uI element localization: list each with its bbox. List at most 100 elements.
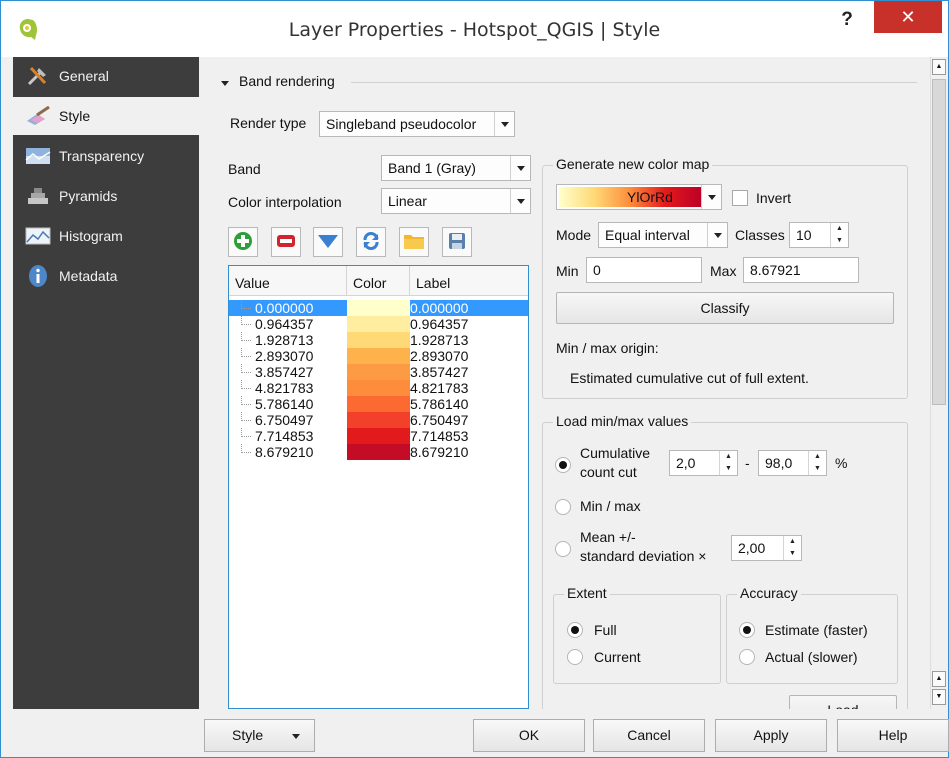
- color-swatch[interactable]: [347, 412, 410, 428]
- cumulative-cut-radio[interactable]: [555, 457, 571, 473]
- load-button[interactable]: Load: [789, 695, 897, 709]
- row-value: 5.786140: [255, 396, 314, 412]
- sidebar-item-pyramids[interactable]: Pyramids: [13, 177, 199, 215]
- table-row[interactable]: 3.857427 3.857427: [229, 364, 528, 380]
- min-max-label: Min / max: [580, 498, 641, 514]
- band-rendering-collapse-icon[interactable]: [221, 74, 229, 90]
- column-header-label[interactable]: Label: [410, 266, 528, 296]
- help-button[interactable]: ?: [827, 5, 867, 35]
- color-swatch[interactable]: [347, 380, 410, 396]
- color-map-table[interactable]: Value Color Label 0.000000 0.000000 0.9643…: [228, 265, 529, 709]
- color-interpolation-select[interactable]: Linear: [381, 188, 531, 214]
- render-type-select[interactable]: Singleband pseudocolor: [319, 111, 515, 137]
- scroll-thumb[interactable]: [932, 79, 946, 405]
- accuracy-actual-radio[interactable]: [739, 649, 755, 665]
- apply-button[interactable]: Apply: [715, 719, 827, 752]
- table-row[interactable]: 4.821783 4.821783: [229, 380, 528, 396]
- table-row[interactable]: 7.714853 7.714853: [229, 428, 528, 444]
- scroll-down-icon[interactable]: ▼: [932, 689, 946, 705]
- chevron-down-icon: [701, 185, 721, 209]
- tree-branch-line: [241, 380, 251, 389]
- tree-branch-line: [241, 396, 251, 405]
- scroll-up-icon[interactable]: ▲: [932, 671, 946, 687]
- row-label: 8.679210: [410, 444, 469, 460]
- tree-branch-line: [241, 364, 251, 373]
- sidebar-item-metadata[interactable]: Metadata: [13, 257, 199, 295]
- color-swatch[interactable]: [347, 316, 410, 332]
- color-swatch[interactable]: [347, 332, 410, 348]
- invert-label: Invert: [756, 190, 792, 206]
- table-row[interactable]: 0.964357 0.964357: [229, 316, 528, 332]
- mean-stddev-radio[interactable]: [555, 541, 571, 557]
- color-swatch[interactable]: [347, 364, 410, 380]
- render-type-label: Render type: [230, 115, 307, 131]
- interpolation-value: Linear: [388, 193, 427, 209]
- close-button[interactable]: ✕: [874, 1, 942, 33]
- accuracy-group: Accuracy: [726, 585, 898, 684]
- color-swatch[interactable]: [347, 348, 410, 364]
- refresh-button[interactable]: [356, 227, 386, 257]
- load-colormap-button[interactable]: [399, 227, 429, 257]
- triangle-down-icon: [317, 231, 339, 254]
- row-value: 0.000000: [255, 300, 314, 316]
- classify-button[interactable]: Classify: [556, 292, 894, 324]
- add-entry-button[interactable]: [228, 227, 258, 257]
- extent-current-radio[interactable]: [567, 649, 583, 665]
- column-header-value[interactable]: Value: [229, 266, 347, 296]
- table-row[interactable]: 1.928713 1.928713: [229, 332, 528, 348]
- table-row[interactable]: 0.000000 0.000000: [229, 300, 528, 316]
- mode-select[interactable]: Equal interval: [598, 222, 728, 248]
- export-colormap-button[interactable]: [442, 227, 472, 257]
- row-value: 2.893070: [255, 348, 314, 364]
- color-swatch[interactable]: [347, 444, 410, 460]
- tree-branch-line: [241, 348, 251, 357]
- remove-entry-button[interactable]: [271, 227, 301, 257]
- spin-arrows-icon[interactable]: ▲ ▼: [783, 536, 801, 560]
- vertical-scrollbar[interactable]: ▲ ▲ ▼: [930, 57, 948, 709]
- band-select[interactable]: Band 1 (Gray): [381, 155, 531, 181]
- general-icon: [25, 65, 51, 87]
- scroll-up-icon[interactable]: ▲: [932, 59, 946, 75]
- spin-arrows-icon[interactable]: ▲ ▼: [719, 451, 737, 475]
- sort-entries-button[interactable]: [313, 227, 343, 257]
- chevron-down-icon: [707, 223, 727, 247]
- sidebar-item-transparency[interactable]: Transparency: [13, 137, 199, 175]
- spin-arrows-icon[interactable]: ▲ ▼: [808, 451, 826, 475]
- sidebar-item-label: Histogram: [59, 228, 123, 244]
- min-input[interactable]: 0: [586, 257, 702, 283]
- minus-icon: [276, 231, 296, 254]
- table-row[interactable]: 8.679210 8.679210: [229, 444, 528, 460]
- transparency-icon: [25, 145, 51, 167]
- cancel-button[interactable]: Cancel: [593, 719, 705, 752]
- row-label: 2.893070: [410, 348, 469, 364]
- row-label: 1.928713: [410, 332, 469, 348]
- layer-properties-window: Layer Properties - Hotspot_QGIS | Style …: [0, 0, 949, 758]
- tree-branch-line: [241, 412, 251, 421]
- color-ramp-select[interactable]: YlOrRd: [556, 184, 722, 210]
- accuracy-estimate-radio[interactable]: [739, 622, 755, 638]
- classes-spinbox[interactable]: 10 ▲ ▼: [789, 222, 849, 248]
- sidebar-item-histogram[interactable]: Histogram: [13, 217, 199, 255]
- min-max-radio[interactable]: [555, 499, 571, 515]
- max-input[interactable]: 8.67921: [743, 257, 859, 283]
- style-brush-icon: [25, 105, 51, 127]
- extent-full-radio[interactable]: [567, 622, 583, 638]
- table-row[interactable]: 2.893070 2.893070: [229, 348, 528, 364]
- cut-low-spinbox[interactable]: 2,0 ▲ ▼: [669, 450, 738, 476]
- help-dialog-button[interactable]: Help: [837, 719, 949, 752]
- cut-high-spinbox[interactable]: 98,0 ▲ ▼: [758, 450, 827, 476]
- table-row[interactable]: 6.750497 6.750497: [229, 412, 528, 428]
- style-menu-button[interactable]: Style: [204, 719, 315, 752]
- color-swatch[interactable]: [347, 428, 410, 444]
- invert-checkbox[interactable]: [732, 190, 748, 206]
- color-swatch[interactable]: [347, 396, 410, 412]
- classes-value: 10: [796, 227, 812, 243]
- table-row[interactable]: 5.786140 5.786140: [229, 396, 528, 412]
- spin-arrows-icon[interactable]: ▲ ▼: [830, 223, 848, 247]
- color-swatch[interactable]: [347, 300, 410, 316]
- column-header-color[interactable]: Color: [347, 266, 410, 296]
- sidebar-item-general[interactable]: General: [13, 57, 199, 95]
- stddev-spinbox[interactable]: 2,00 ▲ ▼: [731, 535, 802, 561]
- ok-button[interactable]: OK: [473, 719, 585, 752]
- sidebar-item-style[interactable]: Style: [13, 97, 199, 135]
